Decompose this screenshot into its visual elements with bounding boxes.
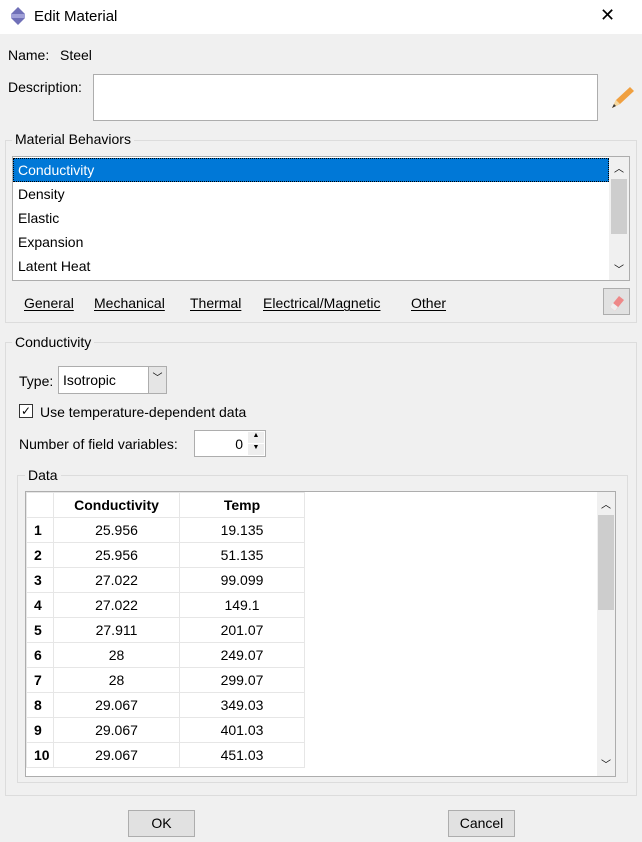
eraser-icon [610,296,624,311]
cell-conductivity[interactable]: 29.067 [53,717,180,743]
cell-temp[interactable]: 349.03 [179,692,305,718]
behavior-item-latent-heat[interactable]: Latent Heat [13,254,609,278]
data-table-container: Conductivity Temp 1 25.956 19.135 2 25.956 51… [25,491,616,777]
menu-other[interactable]: Other [411,295,446,311]
cell-conductivity[interactable]: 25.956 [53,517,180,543]
spin-down-icon[interactable]: ▼ [248,444,264,455]
cell-conductivity[interactable]: 27.022 [53,567,180,593]
cell-conductivity[interactable]: 28 [53,667,180,693]
cell-conductivity[interactable]: 25.956 [53,542,180,568]
material-behaviors-title: Material Behaviors [12,131,134,147]
temperature-dependent-checkbox[interactable]: ✓ [19,404,33,418]
field-variables-spinner[interactable]: 0 ▲ ▼ [194,430,266,457]
behavior-item-conductivity[interactable]: Conductivity [13,158,609,182]
row-number: 1 [26,517,54,543]
conductivity-title: Conductivity [12,334,95,350]
cancel-button[interactable]: Cancel [448,810,515,837]
behavior-item-density[interactable]: Density [13,182,609,206]
cell-conductivity[interactable]: 29.067 [53,742,180,768]
row-number: 3 [26,567,54,593]
behavior-item-elastic[interactable]: Elastic [13,206,609,230]
table-row: 1 25.956 19.135 [26,517,305,543]
cell-temp[interactable]: 451.03 [179,742,305,768]
field-variables-value: 0 [235,436,243,452]
table-row: 4 27.022 149.1 [26,592,305,618]
name-label: Name: [8,47,50,63]
cell-temp[interactable]: 51.135 [179,542,305,568]
behaviors-scrollbar[interactable]: ︿ ﹀ [609,157,629,280]
chevron-down-icon[interactable]: ﹀ [148,367,166,393]
column-header-temp[interactable]: Temp [179,492,305,518]
menu-electrical-magnetic[interactable]: Electrical/Magnetic [263,295,381,311]
menu-general[interactable]: General [24,295,74,311]
abaqus-app-icon [11,7,25,25]
scroll-up-icon[interactable]: ︿ [614,160,624,175]
data-title: Data [25,467,61,483]
window-title: Edit Material [34,8,118,25]
table-row: 10 29.067 451.03 [26,742,305,768]
cell-temp[interactable]: 19.135 [179,517,305,543]
row-number: 2 [26,542,54,568]
table-row: 7 28 299.07 [26,667,305,693]
field-variables-label: Number of field variables: [19,436,178,452]
cell-temp[interactable]: 99.099 [179,567,305,593]
description-input[interactable] [93,74,598,121]
row-number: 5 [26,617,54,643]
menu-mechanical[interactable]: Mechanical [94,295,165,311]
data-scrollbar[interactable]: ︿ ﹀ [597,492,615,776]
cell-conductivity[interactable]: 28 [53,642,180,668]
ok-button[interactable]: OK [128,810,195,837]
name-value: Steel [60,47,92,63]
table-row: 2 25.956 51.135 [26,542,305,568]
row-number: 6 [26,642,54,668]
cell-conductivity[interactable]: 29.067 [53,692,180,718]
scroll-up-icon[interactable]: ︿ [601,496,611,511]
cell-temp[interactable]: 201.07 [179,617,305,643]
menu-thermal[interactable]: Thermal [190,295,241,311]
data-table: Conductivity Temp 1 25.956 19.135 2 25.956 51… [26,492,305,768]
temperature-dependent-label: Use temperature-dependent data [40,404,247,420]
delete-behavior-button[interactable] [603,288,630,315]
table-row: 9 29.067 401.03 [26,717,305,743]
row-number: 7 [26,667,54,693]
row-number: 8 [26,692,54,718]
close-button[interactable]: ✕ [600,5,615,26]
row-number: 9 [26,717,54,743]
column-header-conductivity[interactable]: Conductivity [53,492,180,518]
spin-up-icon[interactable]: ▲ [248,432,264,443]
cell-temp[interactable]: 299.07 [179,667,305,693]
cell-conductivity[interactable]: 27.911 [53,617,180,643]
pencil-icon[interactable] [608,84,636,110]
scroll-thumb[interactable] [611,179,627,234]
cell-temp[interactable]: 149.1 [179,592,305,618]
cell-conductivity[interactable]: 27.022 [53,592,180,618]
table-row: 3 27.022 99.099 [26,567,305,593]
cell-temp[interactable]: 249.07 [179,642,305,668]
table-row: 8 29.067 349.03 [26,692,305,718]
behavior-item-expansion[interactable]: Expansion [13,230,609,254]
type-label: Type: [19,373,54,389]
behaviors-list[interactable]: Conductivity Density Elastic Expansion L… [12,156,630,281]
type-select[interactable]: Isotropic ﹀ [58,366,167,394]
corner-header [26,492,54,518]
table-row: 5 27.911 201.07 [26,617,305,643]
scroll-down-icon[interactable]: ﹀ [601,756,611,771]
scroll-down-icon[interactable]: ﹀ [614,261,624,276]
row-number: 10 [26,742,54,768]
cell-temp[interactable]: 401.03 [179,717,305,743]
scroll-thumb[interactable] [598,515,614,610]
table-row: 6 28 249.07 [26,642,305,668]
description-label: Description: [8,79,82,95]
row-number: 4 [26,592,54,618]
title-bar: Edit Material ✕ [0,0,642,34]
type-select-value: Isotropic [63,372,116,388]
